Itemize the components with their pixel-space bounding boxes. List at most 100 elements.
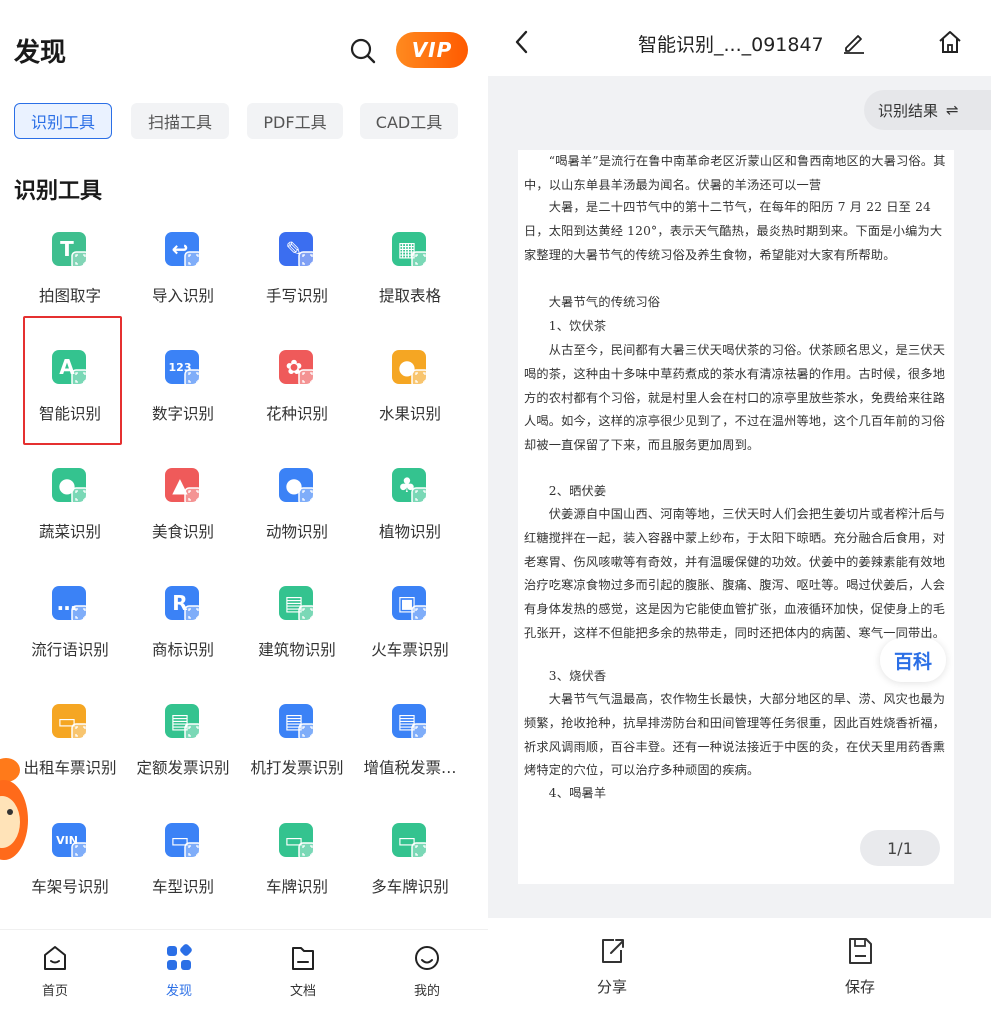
tool-label: 流行语识别 [31,641,109,659]
tool-label: 蔬菜识别 [38,523,101,541]
tool-label: 动物识别 [265,523,328,541]
multi-plate-icon: ▭ [392,823,430,861]
nav-label: 我的 [413,984,440,999]
tool-item[interactable]: 123 数字识别 [124,344,242,454]
quota-invoice-icon: ▤ [165,704,203,742]
nav-tab[interactable]: 我的 [372,930,482,1009]
tool-item[interactable]: ▤ 增值税发票… [351,698,469,808]
home-tab-icon [42,944,68,972]
tool-item[interactable]: ♣ 植物识别 [351,462,469,572]
share-button[interactable]: 分享 [552,918,672,1009]
back-arrow-icon[interactable] [512,28,532,56]
tool-item[interactable]: ▤ 机打发票识别 [238,698,356,808]
save-icon [846,936,874,966]
document-paragraph: 大暑，是二十四节气中的第十二节气，在每年的阳历 7 月 22 日至 24 日，太… [524,200,943,262]
baike-button[interactable]: 百科 [880,638,946,682]
fruit-icon: ● [392,350,430,388]
page-indicator: 1/1 [860,830,940,866]
chat-icon: … [52,586,90,624]
tool-label: 花种识别 [265,405,328,423]
food-icon: ▲ [165,468,203,506]
tool-item[interactable]: ▭ 车型识别 [124,817,242,927]
tool-label: 出租车票识别 [23,759,117,777]
result-header: 智能识别_..._091847 [488,0,991,76]
license-plate-icon: ▭ [279,823,317,861]
vegetable-icon: ● [52,468,90,506]
recognition-result-panel: 智能识别_..._091847 识别结果 ⇌ 大暑，是二十四节气中的第十二节气，… [488,0,991,1009]
save-button[interactable]: 保存 [800,918,920,1009]
tool-item[interactable]: ▣ 火车票识别 [351,580,469,690]
photo-text-icon: T [52,232,90,270]
tool-item[interactable]: ▦ 提取表格 [351,226,469,336]
tool-item[interactable]: ▲ 美食识别 [124,462,242,572]
tool-item[interactable]: ▭ 车牌识别 [238,817,356,927]
tool-item[interactable]: ✿ 花种识别 [238,344,356,454]
tool-item[interactable]: ▤ 建筑物识别 [238,580,356,690]
save-label: 保存 [844,978,875,996]
table-icon: ▦ [392,232,430,270]
tool-label: 建筑物识别 [258,641,336,659]
tool-item[interactable]: ▭ 出租车票识别 [11,698,129,808]
building-icon: ▤ [279,586,317,624]
tool-label: 数字识别 [151,405,214,423]
tool-item[interactable]: … 流行语识别 [11,580,129,690]
tool-item[interactable]: R 商标识别 [124,580,242,690]
document-paragraph: “喝暑羊”是流行在鲁中南革命老区沂蒙山区和鲁西南地区的大暑习俗。其中，以山东单县… [524,154,946,192]
mascot-icon[interactable] [0,758,28,864]
selection-highlight [23,316,122,445]
flower-icon: ✿ [279,350,317,388]
tool-label: 拍图取字 [38,287,101,305]
tool-item[interactable]: ● 水果识别 [351,344,469,454]
discover-tab-icon [166,944,192,972]
document-paragraph: 大暑节气气温最高，农作物生长最快，大部分地区的旱、涝、风灾也最为频繁，抢收抢种，… [524,692,946,778]
tool-label: 水果识别 [378,405,441,423]
printed-invoice-icon: ▤ [279,704,317,742]
tool-item[interactable]: ✎ 手写识别 [238,226,356,336]
tool-item[interactable]: VIN 车架号识别 [11,817,129,927]
vip-button[interactable]: VIP [396,32,468,68]
tool-label: 火车票识别 [371,641,449,659]
tool-item[interactable]: ● 蔬菜识别 [11,462,129,572]
tool-label: 手写识别 [265,287,328,305]
document-paragraph: 1、饮伏茶 [524,319,607,333]
document-paragraph: 大暑节气的传统习俗 [524,295,661,309]
tool-label: 车牌识别 [265,878,328,896]
recognition-result-button[interactable]: 识别结果 ⇌ [864,90,991,130]
import-icon: ↩ [165,232,203,270]
plant-icon: ♣ [392,468,430,506]
tool-label: 定额发票识别 [136,759,230,777]
section-title: 识别工具 [14,179,103,204]
result-label: 识别结果 [878,101,939,120]
tool-label: 增值税发票… [363,759,457,777]
document-paragraph: 4、喝暑羊 [524,786,607,800]
trademark-icon: R [165,586,203,624]
nav-tab[interactable]: 首页 [0,930,110,1009]
tool-label: 美食识别 [151,523,214,541]
document-paragraph: 从古至今，民间都有大暑三伏天喝伏茶的习俗。伏茶顾名思义，是三伏天喝的茶，这种由十… [524,343,946,453]
tab-1[interactable]: 扫描工具 [131,103,229,139]
tool-label: 植物识别 [378,523,441,541]
search-icon[interactable] [348,36,378,66]
nav-tab[interactable]: 发现 [124,930,234,1009]
tool-item[interactable]: ● 动物识别 [238,462,356,572]
tool-label: 提取表格 [378,287,441,305]
home-icon[interactable] [936,28,964,56]
tool-label: 多车牌识别 [371,878,449,896]
switch-icon: ⇌ [946,101,959,119]
edit-pencil-icon[interactable] [842,30,866,54]
tab-2[interactable]: PDF工具 [247,103,343,139]
number-icon: 123 [165,350,203,388]
tab-3[interactable]: CAD工具 [360,103,458,139]
document-title: 智能识别_..._091847 [638,34,824,56]
tool-item[interactable]: ↩ 导入识别 [124,226,242,336]
tool-item[interactable]: ▭ 多车牌识别 [351,817,469,927]
handwriting-icon: ✎ [279,232,317,270]
share-label: 分享 [596,978,627,996]
tool-label: 车型识别 [151,878,214,896]
tab-0[interactable]: 识别工具 [14,103,112,139]
nav-tab[interactable]: 文档 [248,930,358,1009]
tool-item[interactable]: ▤ 定额发票识别 [124,698,242,808]
vat-invoice-icon: ▤ [392,704,430,742]
discover-panel: 发现 VIP 识别工具 扫描工具 PDF工具 CAD工具 识别工具 T 拍图取字 ↩ 导入识… [0,0,488,1009]
vin-icon: VIN [52,823,90,861]
